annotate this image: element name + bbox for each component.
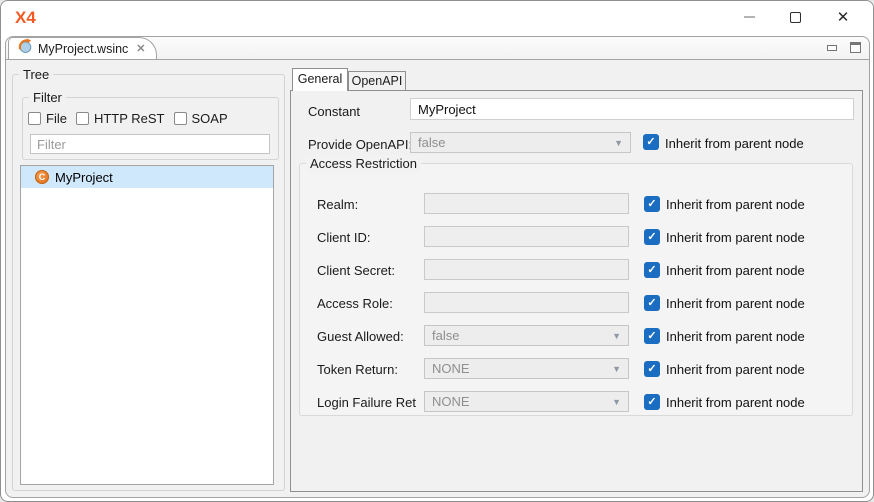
inherit-checkbox[interactable] — [643, 134, 659, 150]
provide-openapi-select[interactable]: false — [410, 132, 631, 153]
chevron-down-icon — [612, 364, 621, 374]
inherit-checkbox[interactable] — [644, 394, 660, 410]
tree-group-label: Tree — [19, 66, 53, 83]
window-minimize-button[interactable] — [729, 1, 769, 33]
filter-group-label: Filter — [29, 89, 66, 106]
tab-general[interactable]: General — [292, 68, 348, 91]
tab-openapi[interactable]: OpenAPI — [348, 71, 406, 90]
inherit-checkbox[interactable] — [644, 328, 660, 344]
text-field-disabled[interactable] — [424, 226, 629, 247]
inherit-label: Inherit from parent node — [666, 296, 805, 311]
inherit-label: Inherit from parent node — [665, 136, 804, 151]
inherit-label: Inherit from parent node — [666, 362, 805, 377]
dropdown-value: NONE — [432, 394, 470, 409]
filter-checkbox-http-rest[interactable]: HTTP ReST — [76, 111, 165, 126]
inherit-label: Inherit from parent node — [666, 197, 805, 212]
inherit-label: Inherit from parent node — [666, 395, 805, 410]
access-restriction-row: Client Secret: Inherit from parent node — [300, 259, 852, 281]
maximize-icon — [790, 12, 801, 23]
filter-checkbox-file[interactable]: File — [28, 111, 67, 126]
editor-tab-myproject-wsinc[interactable]: MyProject.wsinc ✕ — [8, 37, 157, 59]
tree-item-label: MyProject — [55, 170, 113, 185]
dropdown-value: NONE — [432, 361, 470, 376]
filter-input[interactable] — [30, 134, 270, 154]
app-window: X4 ✕ MyProject.wsinc ✕ — [0, 0, 874, 502]
x4-logo: X4 — [15, 8, 36, 28]
dropdown-select-disabled[interactable]: NONE — [424, 391, 629, 412]
window-maximize-button[interactable] — [775, 1, 815, 33]
checkbox-unchecked-icon — [174, 112, 187, 125]
access-restriction-group: Access Restriction Realm:Inherit from pa… — [299, 163, 853, 416]
text-field-disabled[interactable] — [424, 193, 629, 214]
text-field-disabled[interactable] — [424, 259, 629, 280]
inherit-checkbox[interactable] — [644, 229, 660, 245]
constant-label: Constant — [308, 104, 360, 119]
editor-shell: MyProject.wsinc ✕ Tree Filter File HTT — [5, 36, 870, 498]
filter-checkbox-row: File HTTP ReST SOAP — [28, 111, 228, 126]
field-label: Login Failure Ret — [317, 395, 416, 410]
title-bar: X4 ✕ — [1, 1, 873, 34]
inherit-checkbox[interactable] — [644, 361, 660, 377]
text-field-disabled[interactable] — [424, 292, 629, 313]
editor-tab-label: MyProject.wsinc — [38, 42, 128, 56]
filter-checkbox-soap[interactable]: SOAP — [174, 111, 228, 126]
access-restriction-group-label: Access Restriction — [306, 155, 421, 172]
inherit-checkbox[interactable] — [644, 262, 660, 278]
checkbox-unchecked-icon — [28, 112, 41, 125]
constant-input[interactable] — [410, 98, 854, 120]
close-icon: ✕ — [837, 10, 850, 25]
access-restriction-row: Realm: Inherit from parent node — [300, 193, 852, 215]
field-label: Token Return: — [317, 362, 398, 377]
access-restriction-row: Client ID: Inherit from parent node — [300, 226, 852, 248]
inherit-label: Inherit from parent node — [666, 329, 805, 344]
field-label: Client Secret: — [317, 263, 395, 278]
filter-group: Filter File HTTP ReST SOAP — [22, 97, 279, 160]
window-close-button[interactable]: ✕ — [823, 1, 863, 33]
chevron-down-icon — [612, 331, 621, 341]
dropdown-value: false — [432, 328, 459, 343]
chevron-down-icon — [612, 397, 621, 407]
checkbox-label: File — [46, 111, 67, 126]
dropdown-select-disabled[interactable]: NONE — [424, 358, 629, 379]
field-label: Realm: — [317, 197, 358, 212]
field-label: Access Role: — [317, 296, 393, 311]
provide-openapi-label: Provide OpenAPI: — [308, 137, 412, 152]
dropdown-value: false — [418, 135, 445, 150]
view-maximize-icon[interactable] — [850, 42, 861, 53]
access-restriction-row: Access Role: Inherit from parent node — [300, 292, 852, 314]
field-label: Client ID: — [317, 230, 370, 245]
view-minimize-icon[interactable] — [827, 45, 837, 51]
wsinc-file-icon — [17, 38, 33, 59]
inherit-checkbox[interactable] — [644, 196, 660, 212]
project-tree-list[interactable]: C MyProject — [20, 165, 274, 485]
tree-item-myproject[interactable]: C MyProject — [21, 166, 273, 188]
checkbox-label: HTTP ReST — [94, 111, 165, 126]
tab-close-icon[interactable]: ✕ — [136, 42, 145, 55]
access-restriction-row: Guest Allowed: false Inherit from parent n… — [300, 325, 852, 347]
component-icon: C — [35, 170, 49, 184]
inherit-label: Inherit from parent node — [666, 230, 805, 245]
dropdown-select-disabled[interactable]: false — [424, 325, 629, 346]
general-tab-panel: Constant Provide OpenAPI: false Inherit … — [290, 90, 863, 492]
chevron-down-icon — [614, 138, 623, 148]
inherit-checkbox[interactable] — [644, 295, 660, 311]
access-restriction-row: Token Return: NONE Inherit from parent nod… — [300, 358, 852, 380]
editor-tab-bar: MyProject.wsinc ✕ — [6, 37, 869, 60]
checkbox-label: SOAP — [192, 111, 228, 126]
minimize-icon — [744, 16, 755, 18]
checkbox-unchecked-icon — [76, 112, 89, 125]
access-restriction-row: Login Failure Ret NONE Inherit from parent… — [300, 391, 852, 413]
inherit-label: Inherit from parent node — [666, 263, 805, 278]
field-label: Guest Allowed: — [317, 329, 404, 344]
